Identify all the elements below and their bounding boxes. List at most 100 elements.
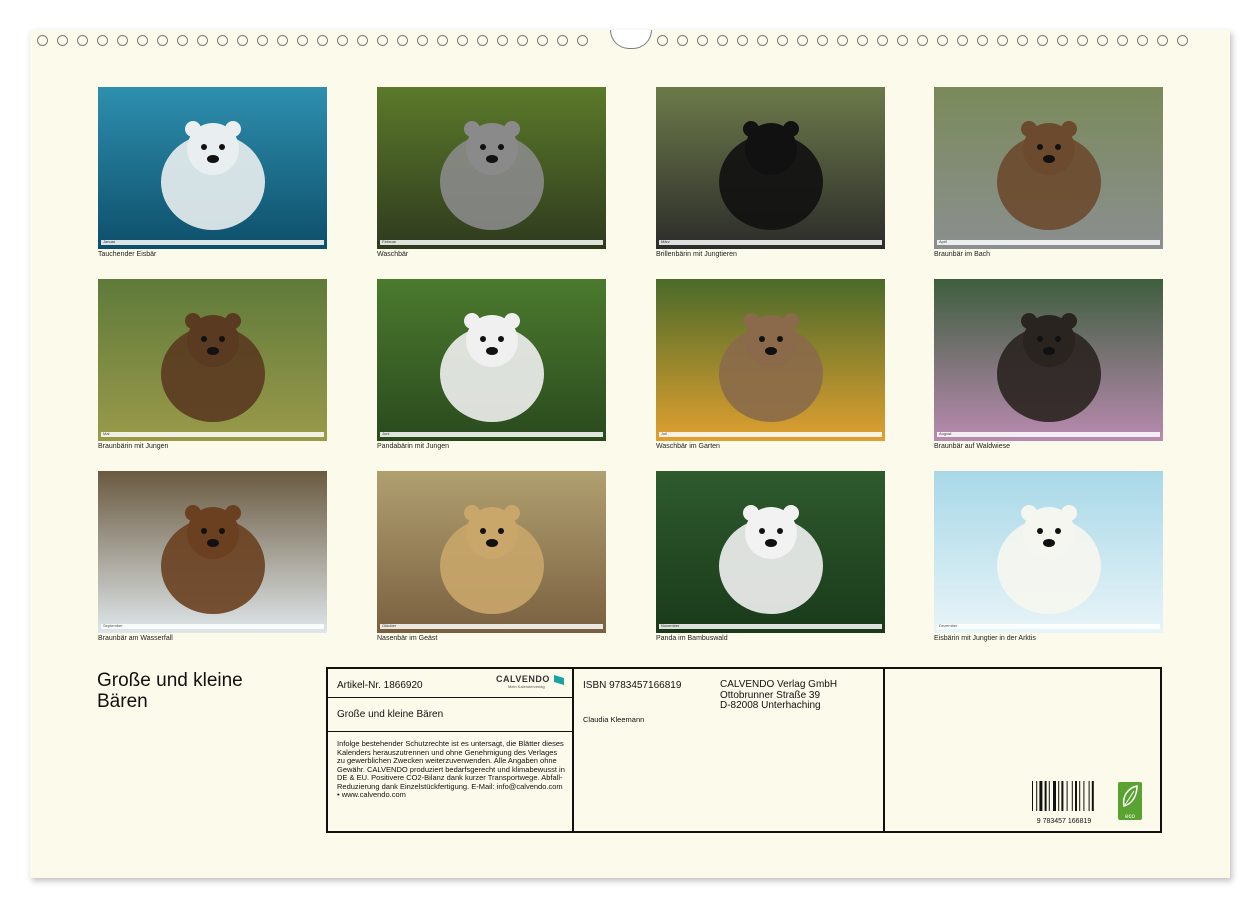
publisher-address: CALVENDO Verlag GmbH Ottobrunner Straße … bbox=[720, 679, 837, 712]
binding-ring bbox=[797, 35, 808, 46]
binding-ring bbox=[917, 35, 928, 46]
binding-ring bbox=[757, 35, 768, 46]
binding-ring bbox=[817, 35, 828, 46]
month-label: November bbox=[661, 623, 680, 628]
barcode-bar bbox=[1032, 781, 1033, 811]
binding-ring bbox=[877, 35, 888, 46]
barcode-bar bbox=[1053, 781, 1056, 811]
month-label: September bbox=[103, 623, 123, 628]
photo-illustration bbox=[377, 87, 606, 249]
binding-ring bbox=[1117, 35, 1128, 46]
month-date-strip: Januar bbox=[101, 239, 324, 245]
binding-ring bbox=[497, 35, 508, 46]
binding-ring bbox=[557, 35, 568, 46]
photo-caption: Brillenbärin mit Jungtieren bbox=[656, 251, 737, 258]
logo-mark-icon bbox=[554, 675, 564, 685]
month-label: Mai bbox=[103, 431, 110, 436]
binding-ring bbox=[137, 35, 148, 46]
month-label: Januar bbox=[103, 239, 116, 244]
binding-ring bbox=[357, 35, 368, 46]
calendar-sheet: Januar Tauchender Eisbär Februar Waschbär Mä… bbox=[30, 30, 1230, 878]
month-date-strip: Februar bbox=[380, 239, 603, 245]
binding-ring bbox=[897, 35, 908, 46]
binding-ring bbox=[397, 35, 408, 46]
month-date-strip: Juni bbox=[380, 431, 603, 437]
photo-caption: Braunbär auf Waldwiese bbox=[934, 443, 1011, 450]
binding-ring bbox=[1137, 35, 1148, 46]
binding-ring bbox=[657, 35, 668, 46]
photo-caption: Pandabärin mit Jungen bbox=[377, 443, 449, 450]
binding-ring bbox=[277, 35, 288, 46]
month-date-strip: Dezember bbox=[937, 623, 1160, 629]
photo-illustration bbox=[98, 471, 327, 633]
month-date-strip: April bbox=[937, 239, 1160, 245]
info-panel: Artikel-Nr. 1866920 CALVENDO Mein Kalend… bbox=[326, 667, 1162, 833]
binding-ring bbox=[457, 35, 468, 46]
photo-illustration bbox=[656, 87, 885, 249]
binding-ring bbox=[777, 35, 788, 46]
binding-ring bbox=[977, 35, 988, 46]
month-photo: September bbox=[98, 471, 327, 633]
binding-ring bbox=[1037, 35, 1048, 46]
binding-ring bbox=[257, 35, 268, 46]
photo-illustration bbox=[98, 279, 327, 441]
article-number: Artikel-Nr. 1866920 bbox=[337, 680, 423, 691]
binding-ring bbox=[737, 35, 748, 46]
month-label: August bbox=[939, 431, 952, 436]
legal-text: Infolge bestehender Schutzrechte ist es … bbox=[337, 739, 565, 799]
month-label: März bbox=[661, 239, 670, 244]
binding-ring bbox=[1177, 35, 1188, 46]
binding-ring bbox=[957, 35, 968, 46]
barcode-bar bbox=[1079, 781, 1081, 811]
month-photo: Dezember bbox=[934, 471, 1163, 633]
month-date-strip: März bbox=[659, 239, 882, 245]
month-date-strip: Oktober bbox=[380, 623, 603, 629]
barcode-bar bbox=[1066, 781, 1068, 811]
month-label: Juli bbox=[661, 431, 668, 436]
isbn: ISBN 9783457166819 bbox=[583, 680, 682, 691]
binding-ring bbox=[997, 35, 1008, 46]
photo-illustration bbox=[934, 471, 1163, 633]
calendar-title: Große und kleine Bären bbox=[97, 670, 243, 712]
photo-caption: Braunbärin mit Jungen bbox=[98, 443, 169, 450]
binding-ring bbox=[317, 35, 328, 46]
binding-ring bbox=[337, 35, 348, 46]
binding-ring bbox=[377, 35, 388, 46]
binding-ring bbox=[237, 35, 248, 46]
barcode-bar bbox=[1061, 781, 1064, 811]
month-label: Februar bbox=[382, 239, 397, 244]
month-photo: März bbox=[656, 87, 885, 249]
photo-illustration bbox=[656, 471, 885, 633]
divider bbox=[328, 697, 572, 698]
author: Claudia Kleemann bbox=[583, 715, 645, 724]
photo-caption: Eisbärin mit Jungtier in der Arktis bbox=[934, 635, 1036, 642]
month-label: Dezember bbox=[939, 623, 958, 628]
barcode-bar bbox=[1075, 781, 1077, 811]
binding-ring bbox=[1077, 35, 1088, 46]
binding-ring bbox=[857, 35, 868, 46]
month-photo: April bbox=[934, 87, 1163, 249]
month-photo: Oktober bbox=[377, 471, 606, 633]
photo-caption: Waschbär bbox=[377, 251, 409, 258]
binding-ring bbox=[217, 35, 228, 46]
barcode-number: 9 783457 166819 bbox=[1036, 818, 1092, 825]
binding-ring bbox=[117, 35, 128, 46]
month-date-strip: Juli bbox=[659, 431, 882, 437]
month-photo: Januar bbox=[98, 87, 327, 249]
barcode-bars bbox=[1032, 781, 1094, 811]
binding-ring bbox=[717, 35, 728, 46]
binding-ring bbox=[677, 35, 688, 46]
binding-ring bbox=[57, 35, 68, 46]
binding-ring bbox=[937, 35, 948, 46]
eco-badge: eco bbox=[1118, 782, 1142, 820]
binding-ring bbox=[197, 35, 208, 46]
photo-caption: Braunbär am Wasserfall bbox=[98, 635, 173, 642]
photo-illustration bbox=[377, 471, 606, 633]
binding-ring bbox=[417, 35, 428, 46]
barcode: 9 783457 166819 bbox=[1030, 781, 1098, 825]
binding-ring bbox=[837, 35, 848, 46]
month-photo: Mai bbox=[98, 279, 327, 441]
binding-ring bbox=[1017, 35, 1028, 46]
logo-tagline: Mein Kalenderverlag bbox=[508, 684, 545, 689]
binding-ring bbox=[37, 35, 48, 46]
